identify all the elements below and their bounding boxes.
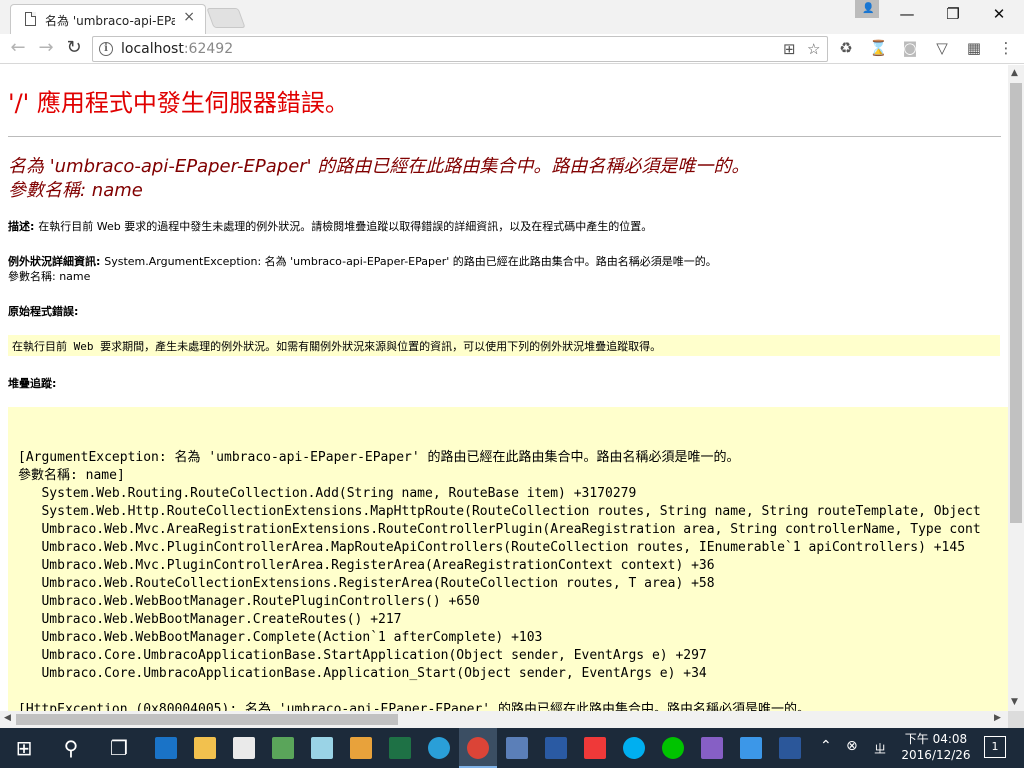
remote-desktop-icon[interactable] (498, 728, 536, 768)
windows-start-icon[interactable]: ⊞ (0, 728, 48, 768)
reload-icon[interactable]: ↻ (62, 37, 86, 61)
scroll-down-icon[interactable]: ▼ (1011, 697, 1018, 707)
source-error-text: 在執行目前 Web 要求期間，產生未處理的例外狀況。如需有關例外狀況來源與位置的… (12, 340, 662, 353)
message-suffix: 的路由已經在此路由集合中。路由名稱必須是唯一的。 (311, 156, 750, 177)
page-viewport: '/' 應用程式中發生伺服器錯誤。 名為 'umbraco-api-EPaper… (0, 65, 1008, 711)
internet-explorer-icon[interactable] (420, 728, 458, 768)
tab-close-icon[interactable]: × (183, 9, 195, 25)
bookmark-star-icon[interactable]: ☆ (807, 40, 820, 58)
exception-text: System.ArgumentException: 名為 'umbraco-ap… (104, 255, 717, 268)
new-tab-button[interactable] (206, 8, 246, 28)
title-divider (8, 136, 1001, 137)
clock-date: 2016/12/26 (901, 748, 971, 762)
tab-title: 名為 'umbraco-api-EPaper-EPaper' 的路由... (45, 14, 175, 28)
tray-chevron-up-icon[interactable]: ⌃ (820, 738, 832, 754)
excel-icon[interactable] (381, 728, 419, 768)
scroll-right-icon[interactable]: ▶ (994, 713, 1001, 723)
powershell-icon[interactable] (537, 728, 575, 768)
description: 描述: 在執行目前 Web 要求的過程中發生未處理的例外狀況。請檢閱堆疊追蹤以取… (8, 219, 1001, 234)
apps-grid-icon[interactable] (342, 728, 380, 768)
tab-strip: 名為 'umbraco-api-EPaper-EPaper' 的路由... × … (0, 0, 1024, 34)
scroll-left-icon[interactable]: ◀ (4, 713, 11, 723)
windows-taskbar: ⊞ ⚲ ❐ ⌃ ⊗ ㄓ 下午 04:08 2016/12/26 1 (0, 728, 1024, 768)
scroll-up-icon[interactable]: ▲ (1011, 68, 1018, 78)
url-port: :62492 (183, 41, 234, 57)
error-page: '/' 應用程式中發生伺服器錯誤。 名為 'umbraco-api-EPaper… (8, 79, 1008, 711)
message-param-label: 參數名稱: (8, 180, 92, 201)
source-error-heading: 原始程式錯誤: (8, 304, 1001, 319)
search-icon[interactable]: ⚲ (52, 728, 90, 768)
scrollbar-corner (1008, 711, 1024, 728)
file-explorer-icon[interactable] (186, 728, 224, 768)
user-profile-button[interactable]: 👤 (855, 0, 879, 18)
source-error-box: 在執行目前 Web 要求期間，產生未處理的例外狀況。如需有關例外狀況來源與位置的… (8, 335, 1000, 356)
message-route: 'umbraco-api-EPaper-EPaper' (49, 156, 312, 177)
address-bar[interactable]: i localhost:62492 ⊞ ☆ (92, 36, 828, 62)
forward-arrow-icon[interactable]: → (34, 37, 58, 61)
stack-trace-label: 堆疊追蹤: (8, 377, 57, 390)
vertical-scroll-thumb[interactable] (1010, 83, 1022, 523)
stack-trace-heading: 堆疊追蹤: (8, 376, 1001, 391)
maximize-button[interactable]: ❐ (930, 2, 976, 30)
notification-count: 1 (991, 740, 999, 753)
skype-icon[interactable] (615, 728, 653, 768)
menu-icon[interactable]: ⋮ (997, 39, 1015, 57)
exception-label: 例外狀況詳細資訊: (8, 255, 105, 268)
chrome-icon[interactable] (459, 728, 497, 768)
stack-trace-box: [ArgumentException: 名為 'umbraco-api-EPap… (8, 407, 1008, 711)
ime-indicator[interactable]: ㄓ (874, 740, 886, 757)
line-icon[interactable] (654, 728, 692, 768)
close-window-button[interactable]: ✕ (976, 2, 1022, 30)
edge-icon[interactable] (147, 728, 185, 768)
url-host: localhost (121, 41, 184, 57)
notes-app-icon[interactable] (303, 728, 341, 768)
qr-code-extension-icon[interactable]: ▦ (965, 39, 983, 57)
task-view-icon[interactable]: ❐ (100, 728, 138, 768)
visual-studio-icon[interactable] (693, 728, 731, 768)
person-icon: 👤 (862, 3, 875, 14)
clock-time: 下午 04:08 (904, 732, 968, 746)
spreadsheet-app-icon[interactable] (264, 728, 302, 768)
camera-extension-icon[interactable]: ◙ (901, 39, 919, 57)
store-icon[interactable] (225, 728, 263, 768)
minimize-button[interactable]: — (884, 2, 930, 30)
horizontal-scrollbar[interactable]: ◀ ▶ (0, 711, 1008, 728)
recycle-extension-icon[interactable]: ♻ (837, 39, 855, 57)
vertical-scrollbar[interactable]: ▲ ▼ (1008, 65, 1024, 711)
message-param-value: name (91, 180, 143, 201)
pocket-extension-icon[interactable]: ▽ (933, 39, 951, 57)
hourglass-extension-icon[interactable]: ⌛ (869, 39, 888, 57)
translate-icon[interactable]: ⊞ (783, 40, 796, 58)
horizontal-scroll-thumb[interactable] (16, 714, 398, 725)
exception-param: 參數名稱: name (8, 270, 91, 283)
vivaldi-icon[interactable] (576, 728, 614, 768)
message-prefix: 名為 (8, 156, 50, 177)
description-label: 描述: (8, 220, 39, 233)
tray-status-icon[interactable]: ⊗ (846, 738, 858, 754)
source-error-label: 原始程式錯誤: (8, 305, 79, 318)
page-title: '/' 應用程式中發生伺服器錯誤。 (8, 89, 349, 117)
chat-app-icon[interactable] (732, 728, 770, 768)
taskbar-clock[interactable]: 下午 04:08 2016/12/26 (896, 731, 976, 763)
action-center-button[interactable]: 1 (984, 736, 1006, 758)
stack-trace-text: [ArgumentException: 名為 'umbraco-api-EPap… (18, 450, 981, 711)
url-text[interactable]: localhost:62492 (121, 41, 233, 57)
active-tab[interactable]: 名為 'umbraco-api-EPaper-EPaper' 的路由... × (10, 4, 206, 34)
error-message: 名為 'umbraco-api-EPaper-EPaper' 的路由已經在此路由… (8, 155, 1001, 203)
description-text: 在執行目前 Web 要求的過程中發生未處理的例外狀況。請檢閱堆疊追蹤以取得錯誤的… (38, 220, 653, 233)
info-icon[interactable]: i (99, 42, 113, 56)
back-arrow-icon[interactable]: ← (6, 37, 30, 61)
page-icon (25, 12, 36, 26)
exception-details: 例外狀況詳細資訊: System.ArgumentException: 名為 '… (8, 254, 1001, 284)
word-icon[interactable] (771, 728, 809, 768)
